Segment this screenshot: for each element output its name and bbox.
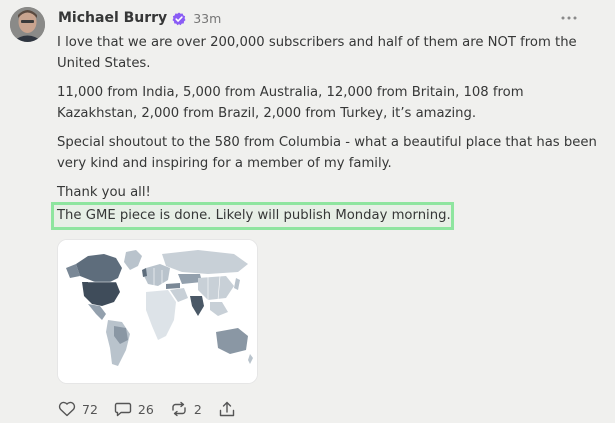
comment-count: 26 [137, 401, 154, 417]
more-icon[interactable] [560, 10, 578, 24]
repost-count: 2 [193, 401, 202, 417]
repost-button[interactable]: 2 [170, 401, 202, 417]
paragraph: Thank you all! [57, 185, 151, 200]
avatar-image [10, 7, 45, 42]
repost-icon [172, 401, 186, 417]
post: Michael Burry 33m I love that we are ove… [0, 0, 615, 423]
post-header: Michael Burry 33m [58, 8, 221, 28]
timestamp: 33m [193, 10, 222, 26]
like-button[interactable]: 72 [58, 401, 98, 417]
comment-icon [114, 402, 132, 417]
post-body: I love that we are over 200,000 subscrib… [57, 32, 597, 211]
highlighted-paragraph: The GME piece is done. Likely will publi… [57, 208, 451, 223]
world-map-graphic [58, 240, 257, 383]
world-map-image[interactable] [57, 239, 258, 384]
verified-badge-icon [172, 11, 186, 26]
share-button[interactable] [218, 401, 236, 417]
comment-button[interactable]: 26 [114, 401, 154, 417]
like-count: 72 [82, 401, 98, 417]
heart-icon [58, 401, 76, 417]
paragraph: 11,000 from India, 5,000 from Australia,… [57, 85, 524, 121]
paragraph: I love that we are over 200,000 subscrib… [57, 35, 577, 71]
paragraph: Special shoutout to the 580 from Columbi… [57, 135, 597, 171]
share-icon [219, 401, 234, 417]
avatar[interactable] [10, 7, 45, 42]
action-bar: 72 26 2 [58, 399, 252, 419]
author-name[interactable]: Michael Burry [58, 10, 167, 26]
